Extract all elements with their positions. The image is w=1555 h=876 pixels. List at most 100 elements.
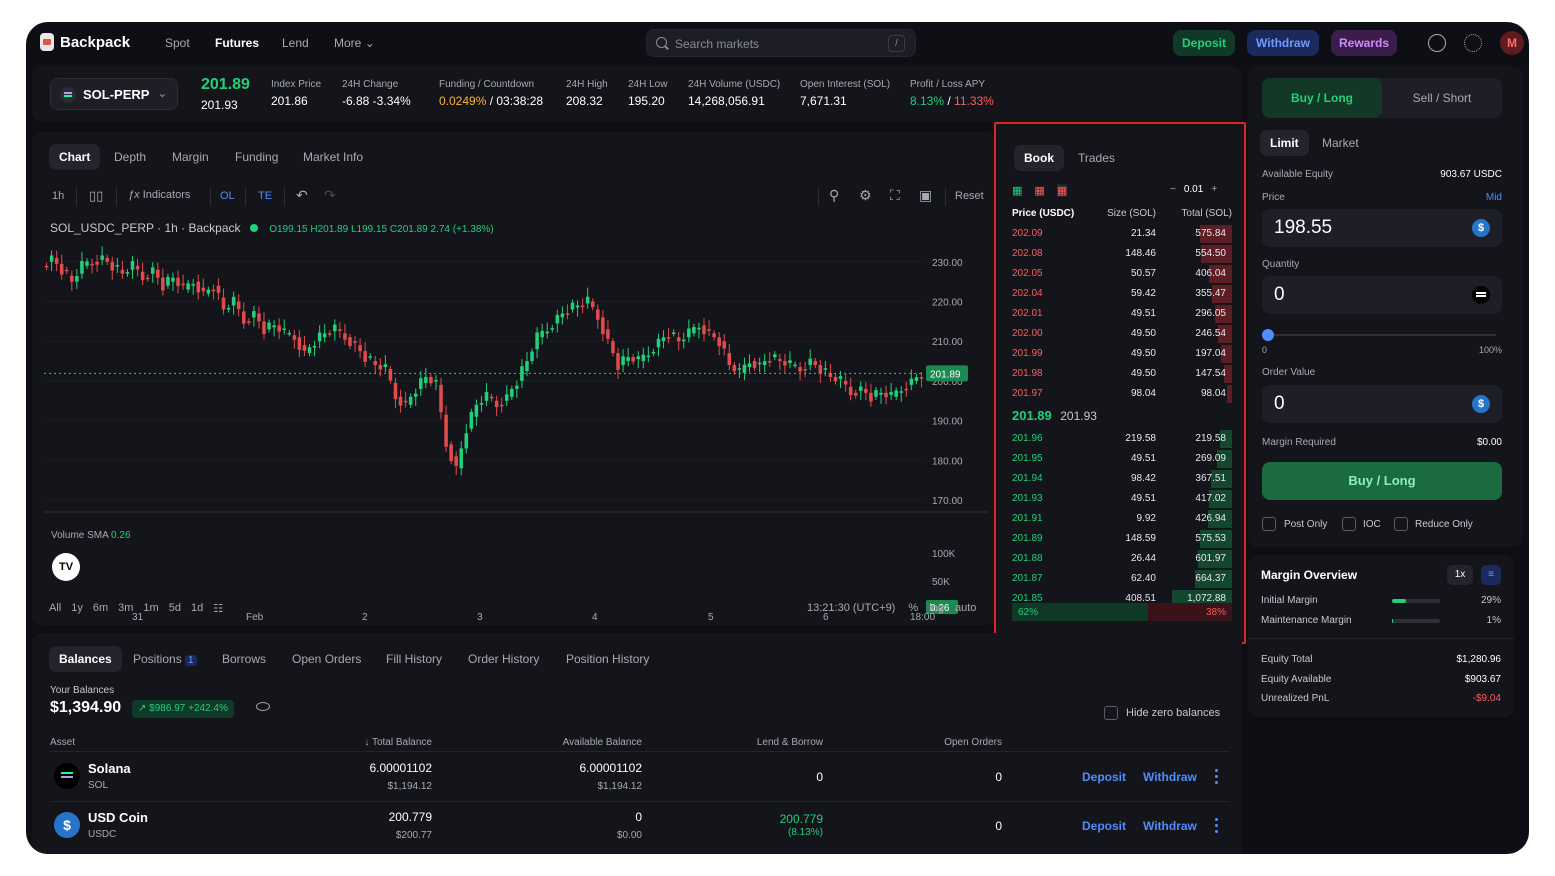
tab-market[interactable]: Market <box>1312 130 1369 156</box>
col-total-balance[interactable]: ↓ Total Balance <box>364 737 432 748</box>
sell-short-tab[interactable]: Sell / Short <box>1382 78 1502 118</box>
sliders-icon[interactable]: ≡ <box>1481 565 1501 585</box>
candle-body <box>525 361 529 371</box>
deposit-button[interactable]: Deposit <box>1173 30 1235 56</box>
tab-funding[interactable]: Funding <box>225 144 288 170</box>
camera-icon[interactable]: ▣ <box>919 187 932 204</box>
tab-order-history[interactable]: Order History <box>458 646 549 672</box>
more-options-icon[interactable] <box>1215 769 1219 785</box>
book-row[interactable]: 201.93 49.51 417.02 <box>1010 489 1232 509</box>
price-chart[interactable]: 230.00220.00210.00200.00190.00180.00170.… <box>44 222 988 622</box>
tab-fill-history[interactable]: Fill History <box>376 646 452 672</box>
range-3m[interactable]: 3m <box>118 602 133 615</box>
nav-more[interactable]: More ⌄ <box>334 36 375 50</box>
order-value-input[interactable]: 0 $ <box>1262 385 1502 423</box>
te-toggle[interactable]: TE <box>258 190 272 202</box>
book-row[interactable]: 201.87 62.40 664.37 <box>1010 569 1232 589</box>
leverage-button[interactable]: 1x <box>1447 565 1473 585</box>
redo-icon[interactable]: ↷ <box>324 187 336 204</box>
tab-chart[interactable]: Chart <box>49 144 101 170</box>
tradingview-logo[interactable]: TV <box>52 553 80 581</box>
range-6m[interactable]: 6m <box>93 602 108 615</box>
undo-icon[interactable]: ↶ <box>296 187 308 204</box>
rewards-button[interactable]: Rewards <box>1331 30 1397 56</box>
auto-scale-toggle[interactable]: auto <box>955 602 976 614</box>
book-row[interactable]: 202.04 59.42 355.47 <box>1010 284 1232 304</box>
history-icon[interactable] <box>1428 34 1446 52</box>
book-both-icon[interactable]: ▦ <box>1012 184 1022 197</box>
nav-lend[interactable]: Lend <box>282 36 309 50</box>
book-asks-icon[interactable]: ▦ <box>1034 184 1044 197</box>
settings-icon[interactable]: ⚙ <box>859 187 872 204</box>
book-row[interactable]: 201.96 219.58 219.58 <box>1010 429 1232 449</box>
zoom-icon[interactable]: ⚲ <box>829 187 839 204</box>
book-row[interactable]: 201.91 9.92 426.94 <box>1010 509 1232 529</box>
book-row[interactable]: 201.95 49.51 269.09 <box>1010 449 1232 469</box>
mid-price-button[interactable]: Mid <box>1486 192 1502 203</box>
tab-limit[interactable]: Limit <box>1260 130 1309 156</box>
book-row[interactable]: 202.01 49.51 296.05 <box>1010 304 1232 324</box>
hide-zero-checkbox[interactable] <box>1104 706 1118 720</box>
app-logo[interactable]: Backpack <box>40 33 130 51</box>
fullscreen-icon[interactable]: ⛶ <box>890 187 900 204</box>
book-row[interactable]: 201.89 148.59 575.53 <box>1010 529 1232 549</box>
tab-open-orders[interactable]: Open Orders <box>282 646 371 672</box>
nav-spot[interactable]: Spot <box>165 36 190 50</box>
range-all[interactable]: All <box>49 602 61 615</box>
date-range-icon[interactable]: ☷ <box>213 602 223 615</box>
avatar[interactable]: M <box>1500 31 1524 55</box>
indicators-button[interactable]: ƒx Indicators <box>128 189 190 201</box>
buy-long-button[interactable]: Buy / Long <box>1262 462 1502 500</box>
book-row[interactable]: 202.08 148.46 554.50 <box>1010 244 1232 264</box>
book-row[interactable]: 202.00 49.50 246.54 <box>1010 324 1232 344</box>
book-row[interactable]: 201.99 49.50 197.04 <box>1010 344 1232 364</box>
minus-icon[interactable]: − <box>1170 184 1176 195</box>
withdraw-link[interactable]: Withdraw <box>1143 770 1197 784</box>
candle-type-icon[interactable]: ▯▯ <box>89 188 103 204</box>
quantity-input[interactable]: 0 <box>1262 276 1502 314</box>
book-row[interactable]: 201.94 98.42 367.51 <box>1010 469 1232 489</box>
post-only-checkbox[interactable] <box>1262 517 1276 531</box>
reset-button[interactable]: Reset <box>955 190 984 202</box>
reduce-only-checkbox[interactable] <box>1394 517 1408 531</box>
search-input[interactable]: Search markets / <box>646 29 916 57</box>
eye-icon[interactable] <box>256 702 270 711</box>
tab-trades[interactable]: Trades <box>1068 145 1125 171</box>
range-5d[interactable]: 5d <box>169 602 181 615</box>
price-input[interactable]: 198.55 $ <box>1262 209 1502 247</box>
gear-icon[interactable] <box>1464 34 1482 52</box>
range-1d[interactable]: 1d <box>191 602 203 615</box>
log-scale-toggle[interactable]: log <box>929 602 944 614</box>
book-row[interactable]: 201.88 26.44 601.97 <box>1010 549 1232 569</box>
tab-borrows[interactable]: Borrows <box>212 646 276 672</box>
slider-handle[interactable] <box>1262 329 1274 341</box>
deposit-link[interactable]: Deposit <box>1082 819 1126 833</box>
deposit-link[interactable]: Deposit <box>1082 770 1126 784</box>
tab-depth[interactable]: Depth <box>104 144 156 170</box>
book-row[interactable]: 202.09 21.34 575.84 <box>1010 224 1232 244</box>
ol-toggle[interactable]: OL <box>220 190 235 202</box>
plus-icon[interactable]: + <box>1211 184 1217 195</box>
tab-position-history[interactable]: Position History <box>556 646 659 672</box>
market-selector[interactable]: SOL-PERP ⌄ <box>50 78 178 110</box>
percent-scale-toggle[interactable]: % <box>908 602 918 614</box>
tab-margin[interactable]: Margin <box>162 144 219 170</box>
buy-long-tab[interactable]: Buy / Long <box>1262 78 1382 118</box>
ioc-checkbox[interactable] <box>1342 517 1356 531</box>
interval-selector[interactable]: 1h <box>52 190 64 202</box>
book-bids-icon[interactable]: ▦ <box>1056 184 1068 197</box>
nav-futures[interactable]: Futures <box>215 36 259 50</box>
range-1m[interactable]: 1m <box>143 602 158 615</box>
book-row[interactable]: 202.05 50.57 406.04 <box>1010 264 1232 284</box>
tab-positions[interactable]: Positions 1 <box>123 646 207 672</box>
tab-market-info[interactable]: Market Info <box>293 144 373 170</box>
more-options-icon[interactable] <box>1215 818 1219 834</box>
withdraw-link[interactable]: Withdraw <box>1143 819 1197 833</box>
book-row[interactable]: 201.98 49.50 147.54 <box>1010 364 1232 384</box>
tab-book[interactable]: Book <box>1014 145 1064 171</box>
withdraw-button[interactable]: Withdraw <box>1247 30 1319 56</box>
tab-balances[interactable]: Balances <box>49 646 122 672</box>
range-1y[interactable]: 1y <box>71 602 83 615</box>
book-row[interactable]: 201.97 98.04 98.04 <box>1010 384 1232 404</box>
quantity-slider[interactable] <box>1262 329 1496 341</box>
